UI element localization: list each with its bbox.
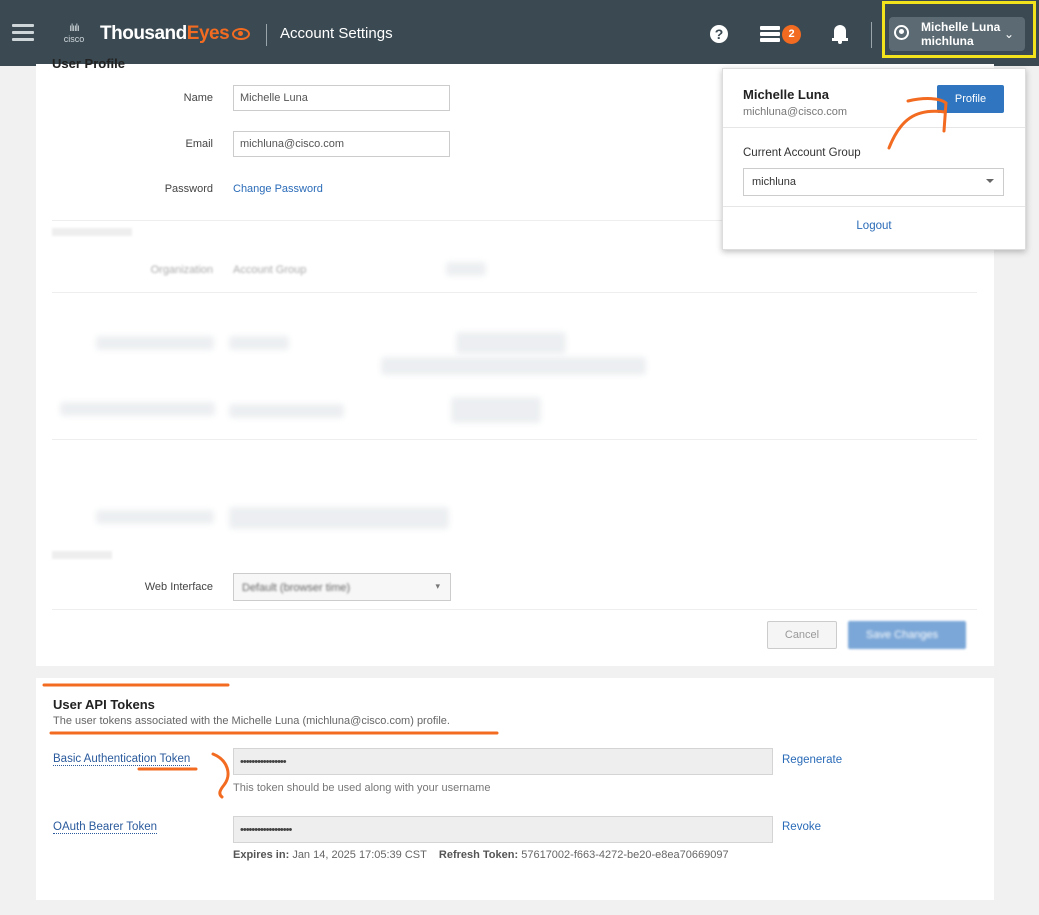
profile-button[interactable]: Profile bbox=[937, 85, 1004, 113]
header-divider-2 bbox=[871, 22, 872, 48]
divider bbox=[52, 292, 977, 293]
server-icon[interactable] bbox=[760, 26, 780, 42]
help-icon[interactable]: ? bbox=[710, 25, 728, 43]
redacted-block bbox=[381, 357, 646, 375]
dropdown-user-email: michluna@cisco.com bbox=[743, 106, 848, 118]
web-interface-value: Default (browser time) bbox=[242, 582, 351, 594]
bell-icon[interactable] bbox=[832, 25, 848, 44]
basic-auth-token-field[interactable]: •••••••••••••••• bbox=[233, 748, 773, 775]
caret-down-icon bbox=[986, 179, 994, 183]
thousandeyes-logo[interactable]: ılıılı cisco Thousand Eyes bbox=[58, 20, 251, 48]
tokens-title: User API Tokens bbox=[53, 697, 155, 712]
redacted-block bbox=[229, 404, 344, 418]
token-expiry-info: Expires in: Jan 14, 2025 17:05:39 CST Re… bbox=[233, 849, 729, 861]
web-interface-select[interactable]: Default (browser time) ▾ bbox=[233, 573, 451, 601]
account-group-value: michluna bbox=[752, 176, 797, 188]
regenerate-link[interactable]: Regenerate bbox=[782, 754, 842, 766]
account-group-label: Current Account Group bbox=[743, 147, 861, 159]
redacted-block bbox=[451, 397, 541, 423]
password-label: Password bbox=[164, 183, 213, 195]
dropdown-user-name: Michelle Luna bbox=[743, 87, 829, 102]
redacted-block bbox=[229, 336, 289, 350]
name-label: Name bbox=[183, 92, 213, 104]
divider bbox=[723, 127, 1025, 128]
web-interface-label: Web Interface bbox=[144, 581, 213, 593]
account-group-select[interactable]: michluna bbox=[743, 168, 1004, 196]
basic-token-help: This token should be used along with you… bbox=[233, 782, 491, 794]
redacted-block bbox=[446, 262, 486, 276]
brand-thousand: Thousand bbox=[100, 23, 187, 44]
cisco-logo: ılıılı cisco bbox=[63, 23, 85, 45]
notification-count-badge[interactable]: 2 bbox=[782, 25, 801, 44]
divider bbox=[52, 439, 977, 440]
revoke-link[interactable]: Revoke bbox=[782, 821, 821, 833]
email-input[interactable]: michluna@cisco.com bbox=[233, 131, 450, 157]
refresh-token-label: Refresh Token: bbox=[438, 849, 519, 861]
organization-label: Organization bbox=[150, 264, 213, 276]
oauth-token-label[interactable]: OAuth Bearer Token bbox=[53, 821, 157, 834]
name-input[interactable]: Michelle Luna bbox=[233, 85, 450, 111]
cancel-button[interactable]: Cancel bbox=[767, 621, 837, 649]
user-menu-highlight bbox=[882, 1, 1036, 58]
save-button-label: Save Changes bbox=[866, 629, 939, 641]
header-divider bbox=[266, 24, 267, 46]
redacted-block bbox=[96, 336, 214, 350]
organization-value: Account Group bbox=[233, 264, 307, 276]
tz-subheading bbox=[52, 551, 112, 559]
oauth-token-field[interactable]: •••••••••••••••••• bbox=[233, 816, 773, 843]
user-dropdown-menu: Michelle Luna michluna@cisco.com Profile… bbox=[722, 68, 1026, 250]
menu-icon[interactable] bbox=[12, 24, 34, 42]
redacted-block bbox=[96, 510, 214, 524]
basic-auth-token-label[interactable]: Basic Authentication Token bbox=[53, 753, 191, 766]
eye-logo-icon bbox=[232, 28, 251, 40]
page-title: Account Settings bbox=[280, 25, 393, 42]
redacted-block bbox=[60, 402, 215, 416]
redacted-block bbox=[456, 332, 566, 354]
email-label: Email bbox=[185, 138, 213, 150]
top-bar: ılıılı cisco Thousand Eyes Account Setting… bbox=[0, 0, 1039, 66]
expires-value: Jan 14, 2025 17:05:39 CST bbox=[292, 849, 427, 861]
logout-link[interactable]: Logout bbox=[723, 220, 1025, 232]
divider bbox=[52, 609, 977, 610]
api-tokens-panel: User API Tokens The user tokens associat… bbox=[36, 678, 994, 900]
change-password-link[interactable]: Change Password bbox=[233, 183, 323, 195]
select-caret-icon: ▾ bbox=[435, 581, 440, 591]
tokens-description: The user tokens associated with the Mich… bbox=[53, 715, 450, 727]
access-subheading bbox=[52, 228, 132, 236]
brand-eyes: Eyes bbox=[186, 23, 230, 44]
refresh-token-value: 57617002-f663-4272-be20-e8ea70669097 bbox=[521, 849, 729, 861]
expires-label: Expires in: bbox=[233, 849, 290, 861]
divider bbox=[723, 206, 1025, 207]
section-title: User Profile bbox=[52, 56, 125, 71]
redacted-block bbox=[229, 507, 449, 529]
